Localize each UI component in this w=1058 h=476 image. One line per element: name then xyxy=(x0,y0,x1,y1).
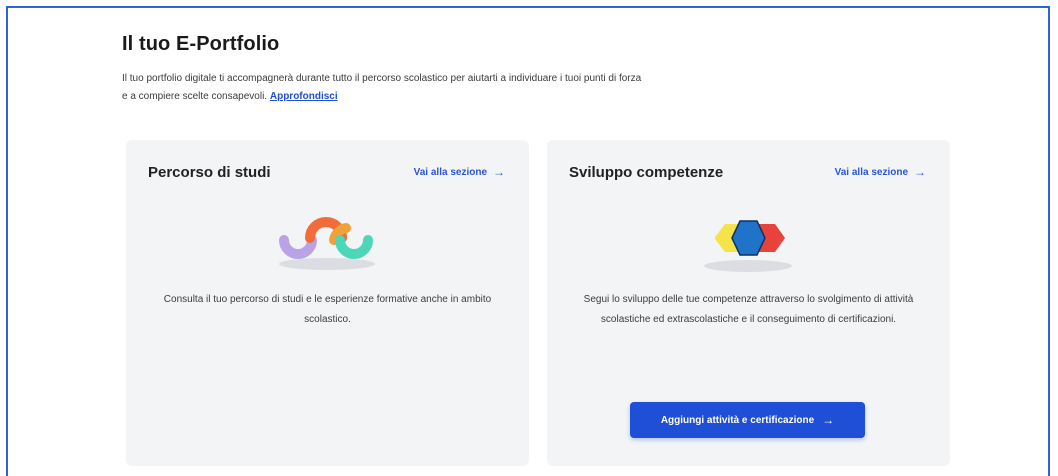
wave-arcs-icon xyxy=(279,217,375,270)
page-title: Il tuo E-Portfolio xyxy=(122,33,280,55)
button-label: Aggiungi attività e certificazione xyxy=(660,414,815,426)
arrow-right-icon: → xyxy=(914,165,926,179)
card-study-path: Percorso di studi Vai alla sezione → Con… xyxy=(126,140,529,466)
add-activity-button[interactable]: Aggiungi attività e certificazione → xyxy=(630,402,865,438)
hexagons-icon xyxy=(704,220,792,272)
go-to-section-link[interactable]: Vai alla sezione → xyxy=(835,165,926,179)
go-to-section-link[interactable]: Vai alla sezione → xyxy=(414,165,505,179)
arrow-right-icon: → xyxy=(822,413,835,427)
link-label: Vai alla sezione xyxy=(834,166,908,178)
card-description: Segui lo sviluppo delle tue competenze a… xyxy=(583,294,914,325)
learn-more-link[interactable]: Approfondisci xyxy=(270,91,338,102)
intro-body: Il tuo portfolio digitale ti accompagner… xyxy=(122,73,642,102)
card-description: Consulta il tuo percorso di studi e le e… xyxy=(163,294,492,325)
arrow-right-icon: → xyxy=(493,165,505,179)
link-label: Vai alla sezione xyxy=(413,166,487,178)
card-title: Sviluppo competenze xyxy=(569,164,724,181)
intro-text: Il tuo portfolio digitale ti accompagner… xyxy=(122,70,642,106)
card-title: Percorso di studi xyxy=(148,164,271,181)
card-skills-development: Sviluppo competenze Vai alla sezione → S… xyxy=(547,140,950,466)
